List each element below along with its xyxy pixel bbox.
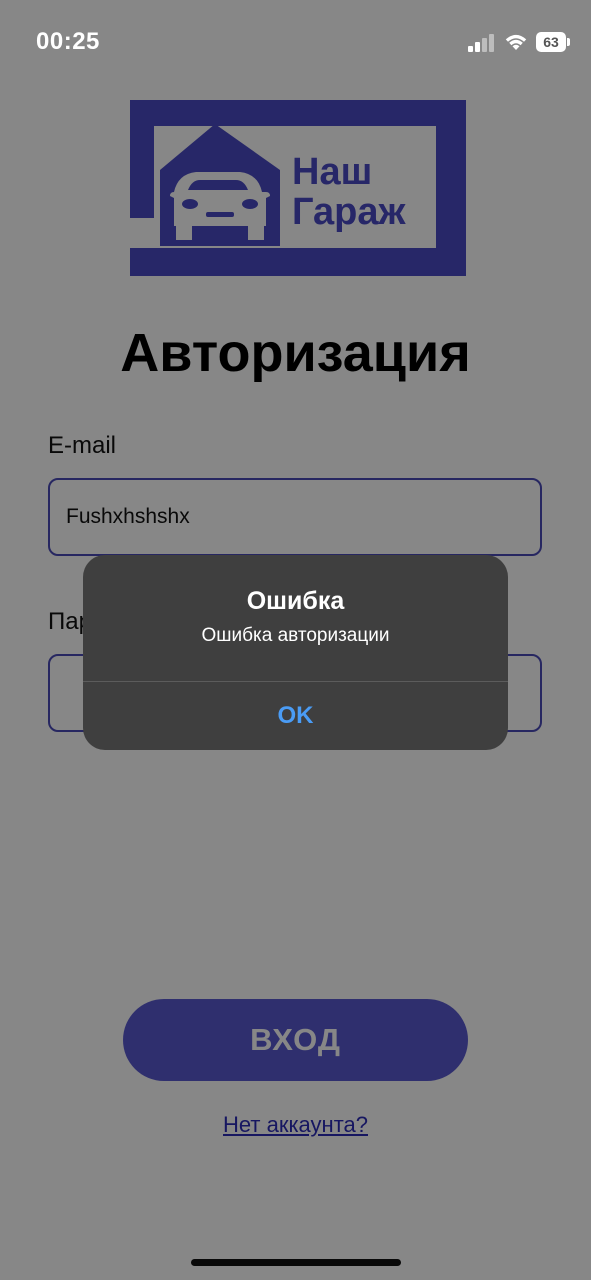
wifi-icon xyxy=(505,34,527,50)
battery-icon: 63 xyxy=(536,32,570,52)
alert-title: Ошибка xyxy=(246,587,345,615)
ok-button[interactable]: OK xyxy=(83,682,508,750)
cellular-signal-icon xyxy=(468,34,496,52)
error-alert-dialog: Ошибка Ошибка авторизации OK xyxy=(83,555,508,750)
status-time: 00:25 xyxy=(36,28,100,55)
alert-message: Ошибка авторизации xyxy=(201,625,390,646)
battery-level: 63 xyxy=(536,32,566,52)
status-bar: 00:25 63 xyxy=(0,0,591,88)
